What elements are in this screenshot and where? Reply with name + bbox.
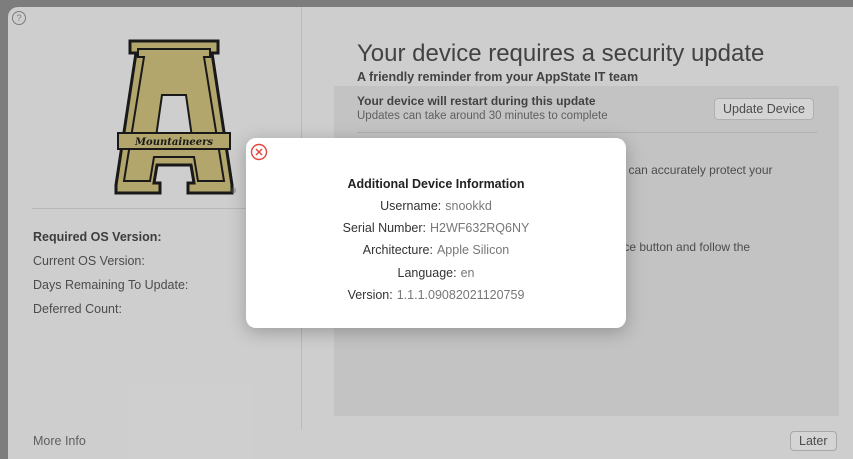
language-value: en bbox=[460, 266, 475, 280]
architecture-label: Architecture: bbox=[362, 243, 433, 257]
username-label: Username: bbox=[380, 199, 442, 213]
dialog-title: Additional Device Information bbox=[347, 177, 525, 191]
serial-number-row: Serial Number: H2WF632RQ6NY bbox=[246, 221, 626, 235]
language-row: Language: en bbox=[246, 266, 626, 280]
version-row: Version: 1.1.1.09082021120759 bbox=[246, 288, 626, 302]
version-label: Version: bbox=[347, 288, 393, 302]
architecture-value: Apple Silicon bbox=[436, 243, 510, 257]
username-row: Username: snookkd bbox=[246, 199, 626, 213]
serial-number-label: Serial Number: bbox=[342, 221, 427, 235]
username-value: snookkd bbox=[445, 199, 492, 213]
close-icon[interactable] bbox=[250, 143, 268, 161]
version-value: 1.1.1.09082021120759 bbox=[396, 288, 525, 302]
language-label: Language: bbox=[397, 266, 457, 280]
architecture-row: Architecture: Apple Silicon bbox=[246, 243, 626, 257]
device-info-dialog: Additional Device Information Username: s… bbox=[246, 138, 626, 328]
serial-number-value: H2WF632RQ6NY bbox=[430, 221, 530, 235]
